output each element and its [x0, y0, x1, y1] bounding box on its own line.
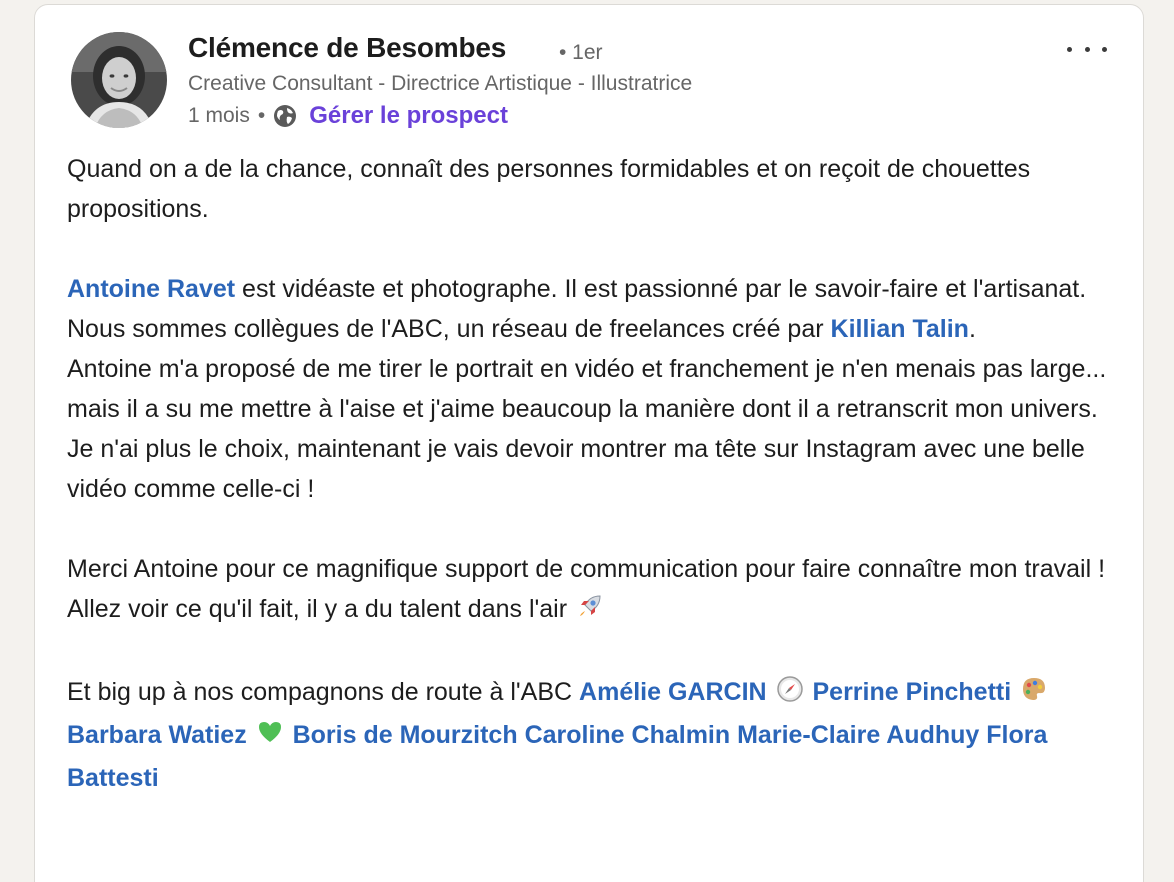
more-horizontal-icon	[1084, 46, 1090, 52]
mention-link[interactable]: Caroline Chalmin	[525, 721, 731, 749]
manage-prospect-link[interactable]: Gérer le prospect	[309, 102, 508, 130]
more-options-button[interactable]	[1067, 37, 1107, 61]
rocket-icon	[576, 592, 604, 632]
mention-link[interactable]: Killian Talin	[831, 315, 969, 343]
green-heart-icon	[256, 718, 284, 758]
post-card: Clémence de Besombes • 1er Creative Cons…	[34, 4, 1144, 882]
globe-icon	[273, 104, 297, 128]
post-body: Quand on a de la chance, connaît des per…	[67, 149, 1117, 798]
post-paragraph: Et big up à nos compagnons de route à l'…	[67, 672, 1117, 798]
post-paragraph: Antoine m'a proposé de me tirer le portr…	[67, 355, 1107, 423]
author-headline: Creative Consultant - Directrice Artisti…	[188, 72, 693, 95]
post-time: 1 mois	[188, 104, 250, 127]
post-paragraph: Je n'ai plus le choix, maintenant je vai…	[67, 435, 1085, 503]
post-meta: 1 mois • Gérer le prospect	[188, 101, 508, 131]
connection-degree: • 1er	[559, 41, 603, 64]
mention-link[interactable]: Antoine Ravet	[67, 275, 235, 303]
author-name[interactable]: Clémence de Besombes	[188, 32, 506, 64]
mention-link[interactable]: Amélie GARCIN	[579, 678, 767, 706]
mention-link[interactable]: Marie-Claire Audhuy	[737, 721, 979, 749]
mention-link[interactable]: Boris de Mourzitch	[293, 721, 518, 749]
post-text-segment: Et big up à nos compagnons de route à l'…	[67, 678, 580, 706]
mention-link[interactable]: Perrine Pinchetti	[813, 678, 1012, 706]
more-horizontal-icon	[1067, 46, 1072, 52]
more-horizontal-icon	[1102, 46, 1107, 52]
meta-separator: •	[257, 104, 266, 127]
compass-icon	[776, 675, 804, 715]
mention-link[interactable]: Barbara Watiez	[67, 721, 247, 749]
post-text-segment: .	[968, 315, 976, 343]
post-paragraph: Merci Antoine pour ce magnifique support…	[67, 549, 1117, 632]
post-paragraph: Antoine Ravet est vidéaste et photograph…	[67, 269, 1117, 349]
palette-icon	[1020, 675, 1048, 715]
post-paragraph: Quand on a de la chance, connaît des per…	[67, 155, 1031, 223]
avatar[interactable]	[71, 32, 167, 128]
